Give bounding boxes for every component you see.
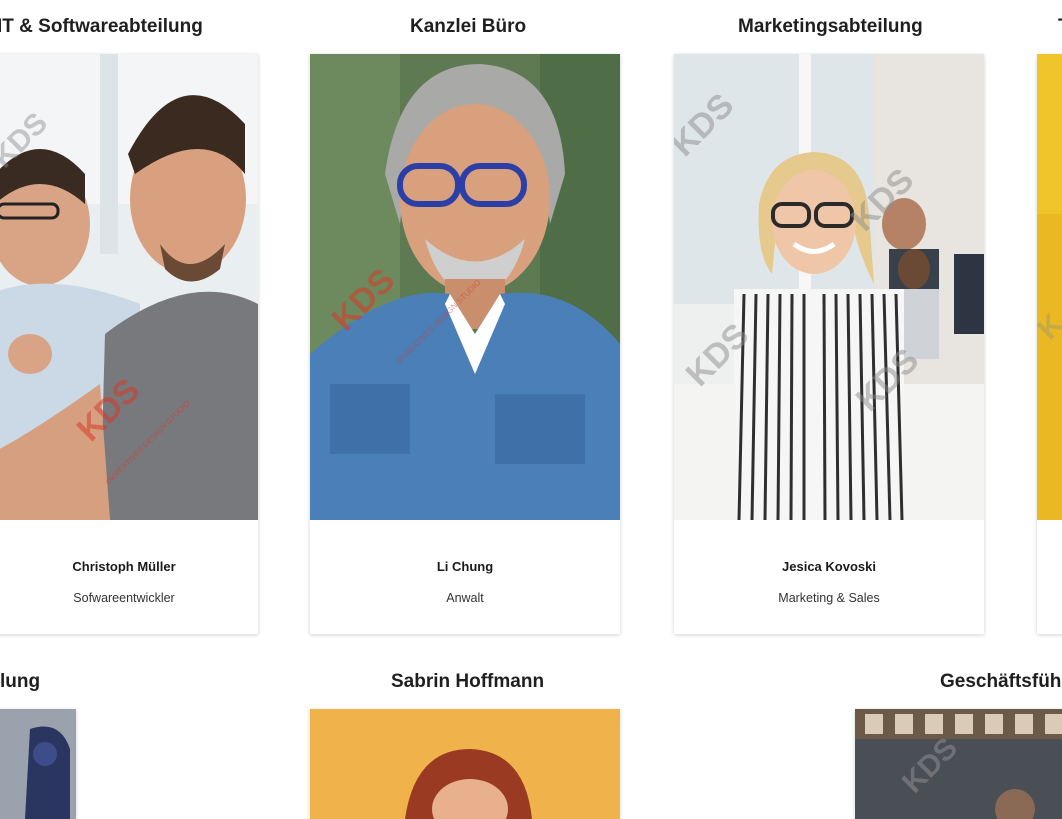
team-card-christoph[interactable]: KDS ©KREATIVES DESIGN STUDIO KDS Christo… bbox=[0, 54, 258, 634]
member-name: Jesica Kovoski bbox=[782, 559, 876, 574]
team-photo: KDS bbox=[855, 709, 1062, 819]
team-card-li-chung[interactable]: KDS ©KREATIVES DESIGN STUDIO Li Chung An… bbox=[310, 54, 620, 634]
team-photo: K bbox=[1037, 54, 1062, 520]
team-card-sabrin[interactable] bbox=[310, 709, 620, 819]
member-name: Li Chung bbox=[436, 559, 494, 574]
member-name: Christoph Müller bbox=[72, 559, 176, 574]
team-card-geschaeftsfuehrung[interactable]: KDS bbox=[855, 709, 1062, 819]
section-heading-it: IT & Softwareabteilung bbox=[0, 16, 203, 37]
member-role: Anwalt bbox=[446, 591, 484, 605]
section-heading-geschaeftsfuehrung: Geschäftsführ bbox=[940, 671, 1062, 692]
section-heading-row2-left: lung bbox=[0, 671, 41, 692]
team-card-row2-left[interactable] bbox=[0, 709, 76, 819]
team-photo bbox=[310, 709, 620, 819]
team-photo: KDS ©KREATIVES DESIGN STUDIO bbox=[310, 54, 620, 520]
section-heading-sabrin: Sabrin Hoffmann bbox=[391, 671, 545, 692]
team-photo bbox=[0, 709, 76, 819]
team-card-jesica[interactable]: KDS KDS KDS KDS Jesica Kovoski Marketing… bbox=[674, 54, 984, 634]
team-photo: KDS ©KREATIVES DESIGN STUDIO KDS bbox=[0, 54, 258, 520]
section-heading-partial: T bbox=[1058, 16, 1062, 38]
team-card-partial[interactable]: K bbox=[1037, 54, 1062, 634]
member-role: Sofwareentwickler bbox=[73, 591, 175, 605]
member-role: Marketing & Sales bbox=[778, 591, 880, 605]
team-photo: KDS KDS KDS KDS bbox=[674, 54, 984, 520]
section-heading-kanzlei: Kanzlei Büro bbox=[410, 16, 527, 37]
section-heading-marketing: Marketingsabteilung bbox=[738, 16, 923, 37]
